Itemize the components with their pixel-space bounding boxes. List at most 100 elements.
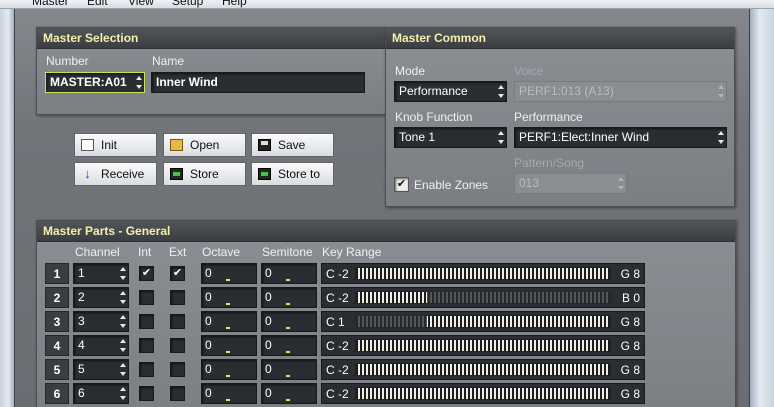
- semitone-value: 0: [265, 386, 272, 400]
- semitone-field[interactable]: 0: [261, 263, 317, 284]
- ext-checkbox[interactable]: [170, 362, 185, 377]
- number-field[interactable]: MASTER:A01: [45, 72, 145, 93]
- semitone-field[interactable]: 0: [261, 287, 317, 308]
- octave-field[interactable]: 0: [201, 359, 257, 380]
- menu-edit[interactable]: Edit: [87, 0, 108, 8]
- channel-spin-icon[interactable]: [120, 339, 126, 352]
- performance-spin-icon[interactable]: [718, 131, 724, 144]
- keyboard-range-bar[interactable]: [355, 339, 611, 352]
- octave-value: 0: [205, 338, 212, 352]
- int-checkbox[interactable]: [139, 290, 154, 305]
- int-checkbox[interactable]: [139, 338, 154, 353]
- semitone-field[interactable]: 0: [261, 383, 317, 404]
- int-checkbox[interactable]: [139, 386, 154, 401]
- knob-function-select[interactable]: Tone 1: [394, 127, 507, 148]
- menu-bar: Master Edit View Setup Help: [0, 0, 774, 9]
- receive-button[interactable]: ↓ Receive: [74, 162, 157, 186]
- channel-value: 5: [78, 362, 85, 376]
- performance-select[interactable]: PERF1:Elect:Inner Wind: [514, 127, 727, 148]
- ext-checkbox[interactable]: [170, 386, 185, 401]
- octave-field[interactable]: 0: [201, 311, 257, 332]
- channel-spin-icon[interactable]: [120, 387, 126, 400]
- init-button[interactable]: Init: [74, 133, 157, 157]
- part-number: 3: [45, 311, 69, 332]
- open-button[interactable]: Open: [163, 133, 246, 157]
- key-range-header: Key Range: [322, 245, 382, 259]
- octave-field[interactable]: 0: [201, 287, 257, 308]
- int-checkbox[interactable]: [139, 314, 154, 329]
- master-common-panel: Master Common Mode Voice Performance PER…: [385, 27, 735, 207]
- number-label: Number: [46, 54, 89, 68]
- part-number: 5: [45, 359, 69, 380]
- save-button[interactable]: Save: [251, 133, 334, 157]
- ext-checkbox[interactable]: [170, 290, 185, 305]
- key-range-field[interactable]: C 1 G 8: [321, 311, 645, 332]
- channel-field[interactable]: 1: [73, 263, 129, 284]
- octave-field[interactable]: 0: [201, 335, 257, 356]
- channel-spin-icon[interactable]: [120, 291, 126, 304]
- mode-select[interactable]: Performance: [394, 81, 507, 102]
- store-label: Store: [190, 167, 219, 181]
- key-range-field[interactable]: C -2 G 8: [321, 383, 645, 404]
- ext-checkbox[interactable]: [170, 338, 185, 353]
- name-label: Name: [152, 54, 185, 68]
- keyboard-range-bar[interactable]: [355, 363, 611, 376]
- key-range-low: C 1: [326, 315, 345, 329]
- store-button[interactable]: Store: [163, 162, 246, 186]
- channel-field[interactable]: 3: [73, 311, 129, 332]
- voice-value: PERF1:013 (A13): [519, 84, 614, 98]
- key-range-field[interactable]: C -2 G 8: [321, 359, 645, 380]
- ext-checkbox[interactable]: ✔: [170, 266, 185, 281]
- window-frame-right: [750, 9, 774, 407]
- store-to-button[interactable]: Store to: [251, 162, 334, 186]
- mode-spin-icon[interactable]: [498, 85, 504, 98]
- ext-checkbox[interactable]: [170, 314, 185, 329]
- knob-spin-icon[interactable]: [498, 131, 504, 144]
- key-range-field[interactable]: C -2 G 8: [321, 335, 645, 356]
- octave-field[interactable]: 0: [201, 263, 257, 284]
- part-number: 2: [45, 287, 69, 308]
- semitone-value: 0: [265, 362, 272, 376]
- channel-spin-icon[interactable]: [120, 267, 126, 280]
- octave-tick: [226, 375, 230, 377]
- channel-field[interactable]: 2: [73, 287, 129, 308]
- master-parts-title: Master Parts - General: [37, 221, 735, 242]
- octave-field[interactable]: 0: [201, 383, 257, 404]
- enable-zones-checkbox[interactable]: ✔: [394, 177, 409, 192]
- channel-field[interactable]: 6: [73, 383, 129, 404]
- int-checkbox[interactable]: ✔: [139, 266, 154, 281]
- octave-value: 0: [205, 362, 212, 376]
- key-range-field[interactable]: C -2 B 0: [321, 287, 645, 308]
- part-number: 1: [45, 263, 69, 284]
- channel-field[interactable]: 5: [73, 359, 129, 380]
- octave-tick: [226, 351, 230, 353]
- key-range-high: G 8: [620, 363, 640, 377]
- semitone-field[interactable]: 0: [261, 359, 317, 380]
- menu-setup[interactable]: Setup: [172, 0, 203, 8]
- menu-help[interactable]: Help: [222, 0, 247, 8]
- key-range-field[interactable]: C -2 G 8: [321, 263, 645, 284]
- channel-field[interactable]: 4: [73, 335, 129, 356]
- name-field[interactable]: Inner Wind: [151, 72, 365, 93]
- octave-tick: [226, 327, 230, 329]
- semitone-tick: [286, 303, 290, 305]
- knob-function-value: Tone 1: [399, 130, 436, 144]
- int-checkbox[interactable]: [139, 362, 154, 377]
- octave-value: 0: [205, 266, 212, 280]
- number-spin-icon[interactable]: [136, 76, 142, 89]
- semitone-tick: [286, 375, 290, 377]
- channel-spin-icon[interactable]: [120, 363, 126, 376]
- menu-master[interactable]: Master: [32, 0, 69, 8]
- channel-value: 3: [78, 314, 85, 328]
- voice-select: PERF1:013 (A13): [514, 81, 727, 102]
- key-range-low: C -2: [326, 339, 349, 353]
- semitone-header: Semitone: [262, 245, 313, 259]
- menu-view[interactable]: View: [128, 0, 154, 8]
- keyboard-range-bar[interactable]: [355, 387, 611, 400]
- semitone-field[interactable]: 0: [261, 335, 317, 356]
- keyboard-range-bar[interactable]: [355, 267, 611, 280]
- semitone-field[interactable]: 0: [261, 311, 317, 332]
- enable-zones-label: Enable Zones: [414, 178, 489, 192]
- channel-spin-icon[interactable]: [120, 315, 126, 328]
- document-icon: [81, 139, 94, 151]
